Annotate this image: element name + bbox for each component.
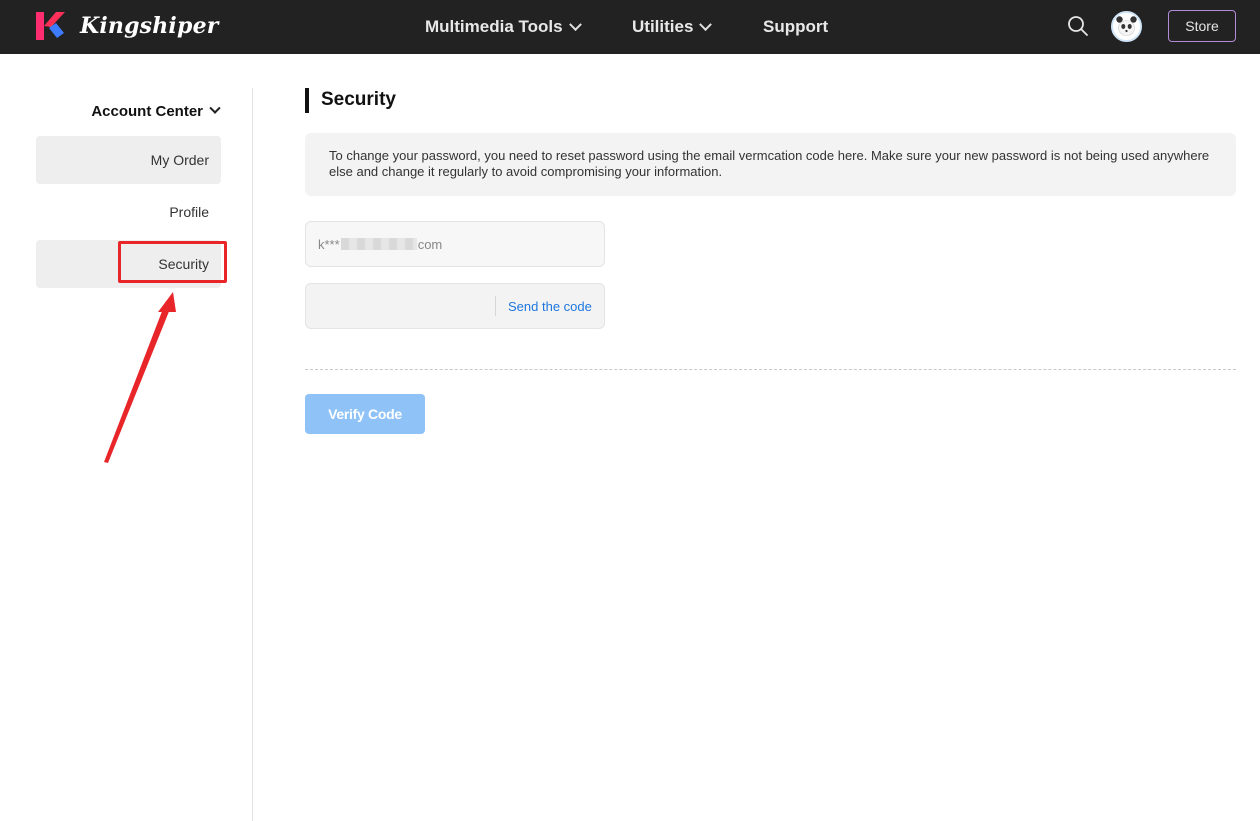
sidebar-divider bbox=[252, 88, 253, 821]
brand-name: Kingshiper bbox=[80, 13, 219, 39]
sidebar-item-profile[interactable]: Profile bbox=[36, 188, 221, 236]
page-title: Security bbox=[321, 89, 396, 110]
chevron-down-icon bbox=[209, 102, 221, 114]
nav-support[interactable]: Support bbox=[763, 0, 828, 54]
sidebar-item-my-order[interactable]: My Order bbox=[36, 136, 221, 184]
sidebar-item-label: Security bbox=[158, 256, 209, 272]
nav-item-label: Utilities bbox=[632, 17, 694, 36]
top-nav-bar: Kingshiper Multimedia Tools Utilities Su… bbox=[0, 0, 1260, 54]
info-text: To change your password, you need to res… bbox=[329, 148, 1210, 179]
sidebar-item-label: My Order bbox=[150, 152, 209, 168]
send-code-button[interactable]: Send the code bbox=[508, 284, 592, 328]
nav-item-label: Support bbox=[763, 17, 829, 36]
chevron-down-icon bbox=[699, 17, 713, 31]
chevron-down-icon bbox=[568, 17, 582, 31]
email-prefix: k*** bbox=[318, 236, 340, 252]
avatar[interactable] bbox=[1111, 11, 1142, 42]
nav-item-label: Multimedia Tools bbox=[425, 17, 563, 36]
dashed-divider bbox=[305, 369, 1236, 370]
brand-logo[interactable]: Kingshiper bbox=[34, 11, 219, 41]
verification-code-input[interactable] bbox=[306, 284, 494, 328]
verification-code-field: Send the code bbox=[305, 283, 605, 329]
sidebar-item-security[interactable]: Security bbox=[36, 240, 221, 288]
kingshiper-logo-icon bbox=[36, 12, 65, 40]
panda-avatar-icon bbox=[1113, 13, 1140, 40]
verify-code-button[interactable]: Verify Code bbox=[305, 394, 425, 434]
sidebar-item-label: Profile bbox=[169, 204, 209, 220]
info-message: To change your password, you need to res… bbox=[305, 133, 1236, 196]
store-button[interactable]: Store bbox=[1168, 10, 1236, 42]
search-icon[interactable] bbox=[1067, 15, 1089, 37]
nav-utilities[interactable]: Utilities bbox=[632, 0, 713, 54]
account-center-label: Account Center bbox=[91, 102, 203, 120]
email-redaction bbox=[340, 238, 417, 250]
account-center-toggle[interactable]: Account Center bbox=[36, 100, 221, 122]
field-divider bbox=[495, 296, 496, 316]
nav-multimedia-tools[interactable]: Multimedia Tools bbox=[425, 0, 582, 54]
email-field[interactable]: k*** com bbox=[305, 221, 605, 267]
email-suffix: com bbox=[417, 236, 443, 252]
title-accent-bar bbox=[305, 88, 309, 113]
